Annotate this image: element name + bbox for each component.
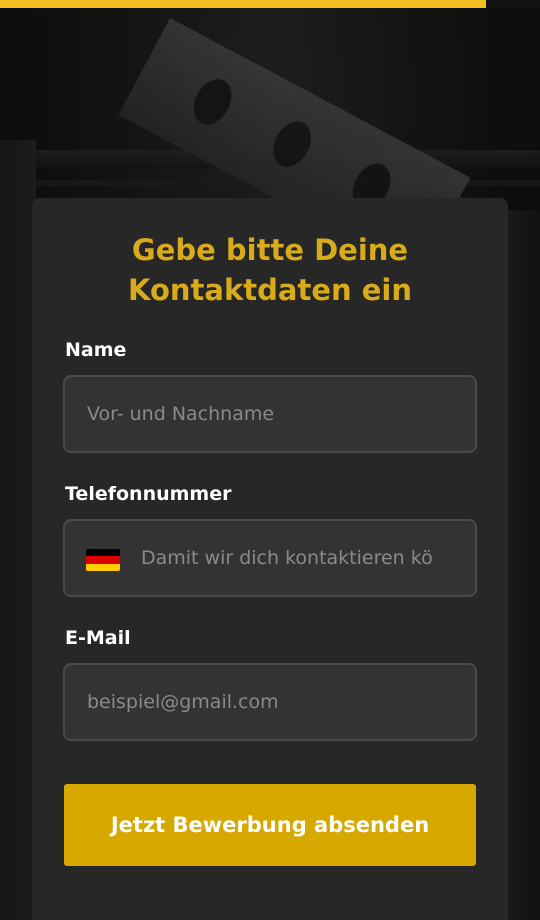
progress-bar (0, 0, 540, 8)
germany-flag-icon[interactable] (86, 549, 120, 571)
email-input[interactable] (65, 665, 475, 739)
girder-hole (265, 114, 319, 174)
name-input[interactable] (65, 377, 475, 451)
email-field[interactable] (63, 663, 477, 741)
name-label: Name (65, 339, 127, 361)
form-title-line: Kontaktdaten ein (128, 273, 412, 307)
background-pillar (0, 140, 36, 920)
background-pillar (506, 210, 540, 920)
form-title-line: Gebe bitte Deine (131, 233, 409, 267)
phone-label: Telefonnummer (65, 483, 232, 505)
email-label: E-Mail (65, 627, 131, 649)
submit-application-button[interactable]: Jetzt Bewerbung absenden (64, 784, 476, 866)
contact-form-card: Gebe bitte Deine Kontaktdaten ein Name T… (32, 198, 508, 920)
name-field[interactable] (63, 375, 477, 453)
phone-field[interactable] (63, 519, 477, 597)
girder-hole (186, 72, 239, 132)
page: Gebe bitte Deine Kontaktdaten ein Name T… (0, 0, 540, 920)
form-title: Gebe bitte Deine Kontaktdaten ein (32, 230, 508, 310)
phone-input[interactable] (65, 521, 475, 595)
progress-fill (0, 0, 486, 8)
